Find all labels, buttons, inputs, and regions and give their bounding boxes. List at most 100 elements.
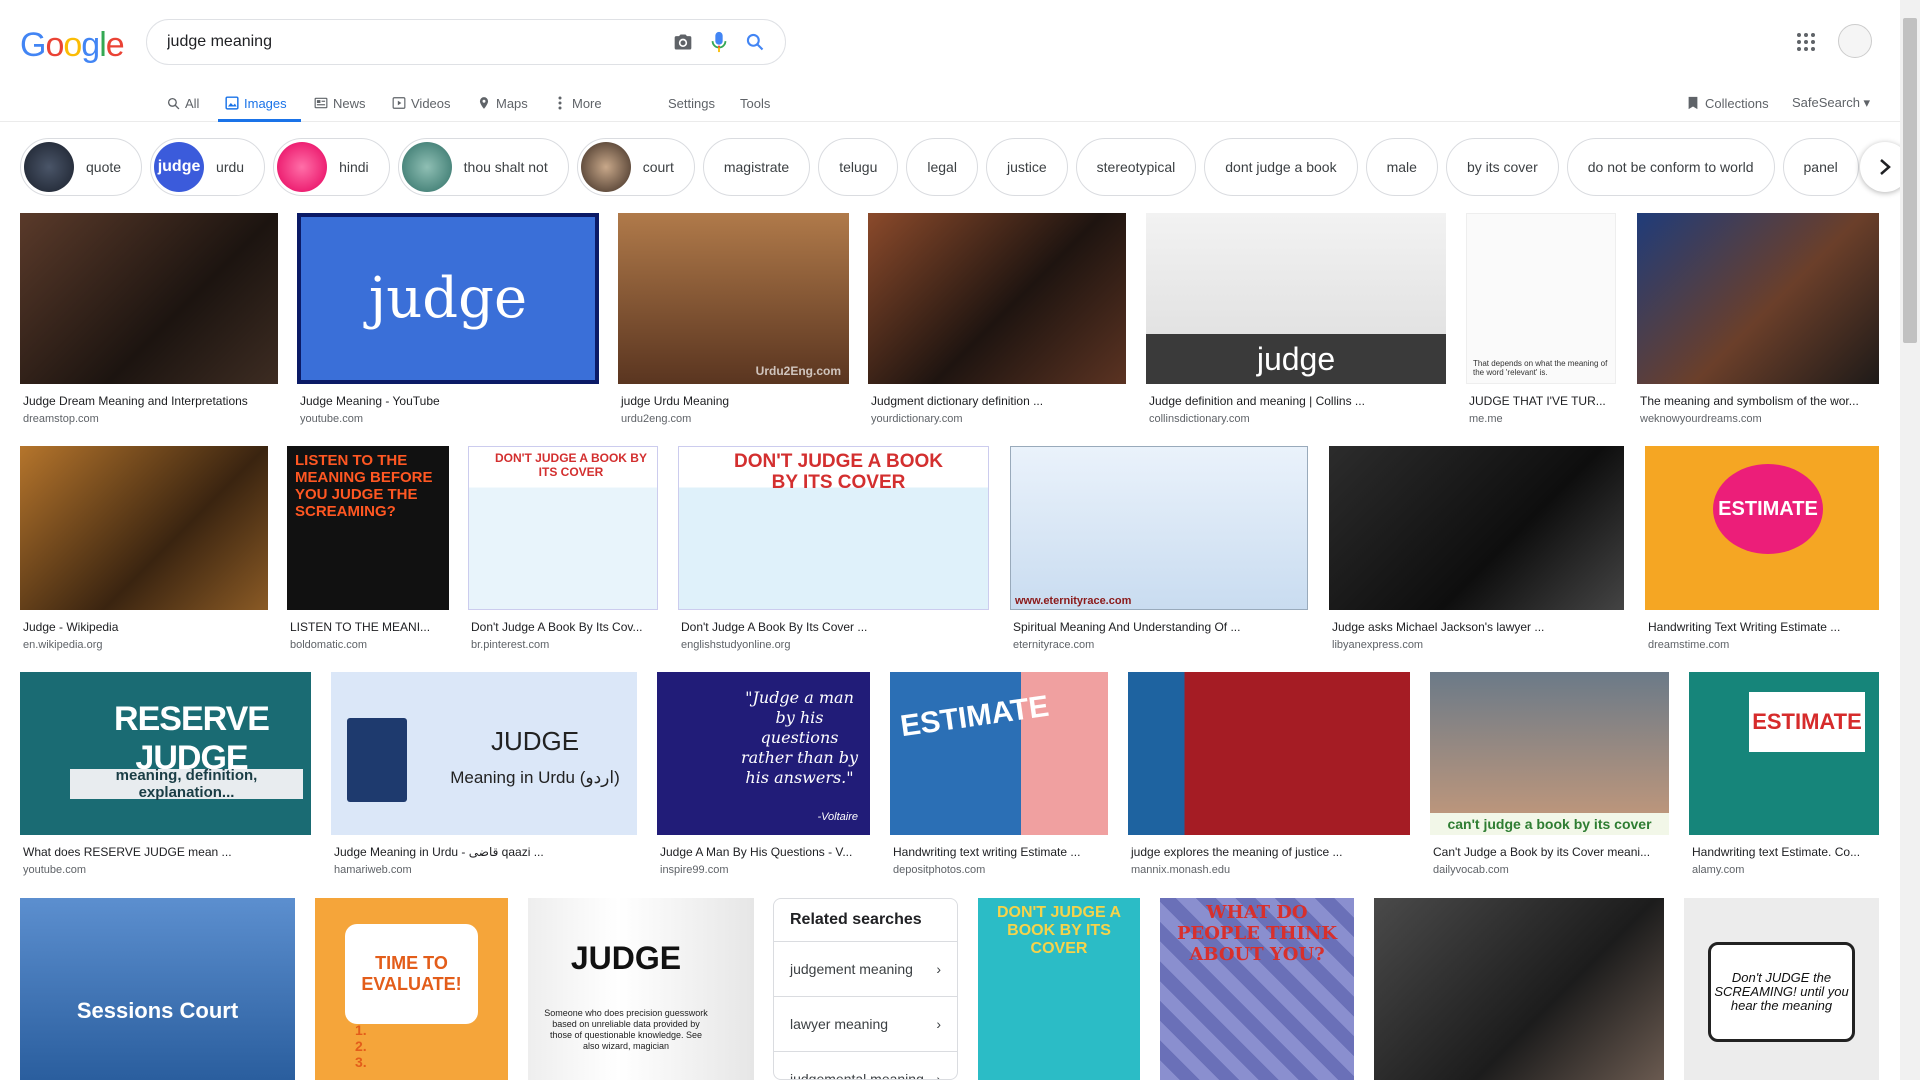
more-vert-icon xyxy=(553,96,567,110)
related-search-item[interactable]: judgemental meaning › xyxy=(774,1052,957,1079)
result-thumbnail xyxy=(20,213,278,384)
image-result[interactable]: The meaning and symbolism of the wor... … xyxy=(1637,213,1879,425)
result-thumbnail: Don't JUDGE the SCREAMING! until you hea… xyxy=(1684,898,1879,1080)
tab-tools[interactable]: Tools xyxy=(740,90,770,116)
tab-more[interactable]: More xyxy=(553,90,602,116)
bookmark-icon xyxy=(1686,96,1700,110)
image-result[interactable]: RESERVE JUDGE meaning, definition, expla… xyxy=(20,672,311,876)
chip-legal[interactable]: legal xyxy=(906,138,978,196)
chip-hindi[interactable]: hindi xyxy=(273,138,390,196)
thumbnail-subtext: meaning, definition, explanation... xyxy=(70,767,303,801)
image-result[interactable]: Sessions Court xyxy=(20,898,295,1080)
result-title: Judge Meaning - YouTube xyxy=(300,394,440,408)
thumbnail-text: Sessions Court xyxy=(76,998,239,1023)
tab-news[interactable]: News xyxy=(314,90,366,116)
image-result[interactable]: ESTIMATE Handwriting text writing Estima… xyxy=(890,672,1108,876)
chip-by-its-cover[interactable]: by its cover xyxy=(1445,138,1559,196)
image-result[interactable]: can't judge a book by its cover Can't Ju… xyxy=(1430,672,1669,876)
chip-court[interactable]: court xyxy=(576,138,695,196)
result-title: Judge Meaning in Urdu - قاضی qaazi ... xyxy=(334,845,544,859)
tab-maps[interactable]: Maps xyxy=(477,90,528,116)
image-result[interactable]: DON'T JUDGE A BOOK BY ITS COVER Don't Ju… xyxy=(468,446,658,651)
image-result[interactable]: judge Judge definition and meaning | Col… xyxy=(1146,213,1446,425)
image-result[interactable]: judge explores the meaning of justice ..… xyxy=(1128,672,1410,876)
tab-all[interactable]: All xyxy=(166,90,199,116)
image-result[interactable]: JUDGE Someone who does precision guesswo… xyxy=(528,898,754,1080)
map-pin-icon xyxy=(477,96,491,110)
related-search-item[interactable]: judgement meaning › xyxy=(774,942,957,997)
image-result[interactable]: ESTIMATE Handwriting Text Writing Estima… xyxy=(1645,446,1879,651)
result-thumbnail: JUDGE Someone who does precision guesswo… xyxy=(528,898,754,1080)
result-title: Judge - Wikipedia xyxy=(23,620,119,634)
result-thumbnail: judge xyxy=(297,213,599,384)
image-result[interactable]: "Judge a man by his questions rather tha… xyxy=(657,672,870,876)
result-source: youtube.com xyxy=(23,864,86,876)
chip-quote[interactable]: quote xyxy=(20,138,143,196)
thumbnail-text: DON'T JUDGE A BOOK BY ITS COVER xyxy=(734,451,943,493)
image-result[interactable]: Urdu2Eng.com judge Urdu Meaning urdu2eng… xyxy=(618,213,849,425)
image-result[interactable]: LISTEN TO THE MEANING BEFORE YOU JUDGE T… xyxy=(287,446,449,651)
scrollbar-thumb[interactable] xyxy=(1903,18,1917,343)
chip-label: magistrate xyxy=(723,159,790,175)
result-thumbnail xyxy=(868,213,1126,384)
image-result[interactable] xyxy=(1374,898,1664,1080)
related-search-item[interactable]: lawyer meaning › xyxy=(774,997,957,1052)
thumbnail-text: can't judge a book by its cover xyxy=(1430,813,1669,835)
collections-link[interactable]: Collections xyxy=(1686,90,1769,116)
result-thumbnail: RESERVE JUDGE meaning, definition, expla… xyxy=(20,672,311,835)
chip-label: telugu xyxy=(839,159,878,175)
tab-label: Collections xyxy=(1705,95,1769,111)
image-result[interactable]: ESTIMATE Handwriting text Estimate. Co..… xyxy=(1689,672,1879,876)
thumbnail-subtext: Someone who does precision guesswork bas… xyxy=(544,1008,708,1051)
image-result[interactable]: Judge asks Michael Jackson's lawyer ... … xyxy=(1329,446,1624,651)
image-result[interactable]: Don't JUDGE the SCREAMING! until you hea… xyxy=(1684,898,1879,1080)
tab-videos[interactable]: Videos xyxy=(392,90,451,116)
apps-grid-icon[interactable] xyxy=(1794,30,1818,54)
header: Google xyxy=(0,0,1900,80)
result-thumbnail: JUDGE Meaning in Urdu (اردو) xyxy=(331,672,637,835)
chip-do-not-be-conform[interactable]: do not be conform to world xyxy=(1566,138,1775,196)
image-result[interactable]: That depends on what the meaning of the … xyxy=(1466,213,1616,425)
camera-icon[interactable] xyxy=(665,24,701,60)
image-result[interactable]: Judge Dream Meaning and Interpretations … xyxy=(20,213,278,425)
image-result[interactable]: DON'T JUDGE A BOOK BY ITS COVER Don't Ju… xyxy=(678,446,989,651)
chip-panel[interactable]: panel xyxy=(1782,138,1859,196)
safesearch-dropdown[interactable]: SafeSearch ▾ xyxy=(1792,90,1870,116)
image-result[interactable]: JUDGE Meaning in Urdu (اردو) Judge Meani… xyxy=(331,672,637,876)
chip-magistrate[interactable]: magistrate xyxy=(702,138,811,196)
thumbnail-text: Don't JUDGE the SCREAMING! until you hea… xyxy=(1708,942,1855,1042)
thumbnail-text: www.eternityrace.com xyxy=(1015,595,1132,607)
tab-images[interactable]: Images xyxy=(225,90,287,116)
chip-label: stereotypical xyxy=(1096,159,1176,175)
image-result[interactable]: Judgment dictionary definition ... yourd… xyxy=(868,213,1126,425)
result-title: Judge Dream Meaning and Interpretations xyxy=(23,394,248,408)
image-result[interactable]: Judge - Wikipedia en.wikipedia.org xyxy=(20,446,268,651)
tab-settings[interactable]: Settings xyxy=(668,90,715,116)
chip-telugu[interactable]: telugu xyxy=(818,138,899,196)
result-source: en.wikipedia.org xyxy=(23,639,103,651)
search-input[interactable] xyxy=(167,33,665,51)
microphone-icon[interactable] xyxy=(701,24,737,60)
chip-urdu[interactable]: judge urdu xyxy=(150,138,266,196)
google-logo[interactable]: Google xyxy=(20,26,125,65)
chip-stereotypical[interactable]: stereotypical xyxy=(1075,138,1197,196)
result-source: br.pinterest.com xyxy=(471,639,550,651)
chip-justice[interactable]: justice xyxy=(985,138,1068,196)
result-thumbnail: ESTIMATE xyxy=(890,672,1108,835)
result-title: judge explores the meaning of justice ..… xyxy=(1131,845,1343,859)
image-result[interactable]: WHAT DO PEOPLE THINK ABOUT YOU? xyxy=(1160,898,1354,1080)
result-title: Judge definition and meaning | Collins .… xyxy=(1149,394,1365,408)
result-thumbnail xyxy=(20,446,268,610)
chip-male[interactable]: male xyxy=(1365,138,1438,196)
image-result[interactable]: TIME TO EVALUATE! 1. 2. 3. xyxy=(315,898,508,1080)
search-submit-icon[interactable] xyxy=(737,24,773,60)
image-icon xyxy=(225,96,239,110)
chip-thou-shalt-not[interactable]: thou shalt not xyxy=(397,138,569,196)
image-result[interactable]: www.eternityrace.com Spiritual Meaning A… xyxy=(1010,446,1308,651)
account-avatar[interactable] xyxy=(1838,24,1872,58)
chip-label: by its cover xyxy=(1466,159,1538,175)
image-result[interactable]: DON'T JUDGE A BOOK BY ITS COVER xyxy=(978,898,1140,1080)
image-result[interactable]: judge Judge Meaning - YouTube youtube.co… xyxy=(297,213,599,425)
result-title: Judge A Man By His Questions - V... xyxy=(660,845,853,859)
chip-dont-judge-a-book[interactable]: dont judge a book xyxy=(1204,138,1358,196)
